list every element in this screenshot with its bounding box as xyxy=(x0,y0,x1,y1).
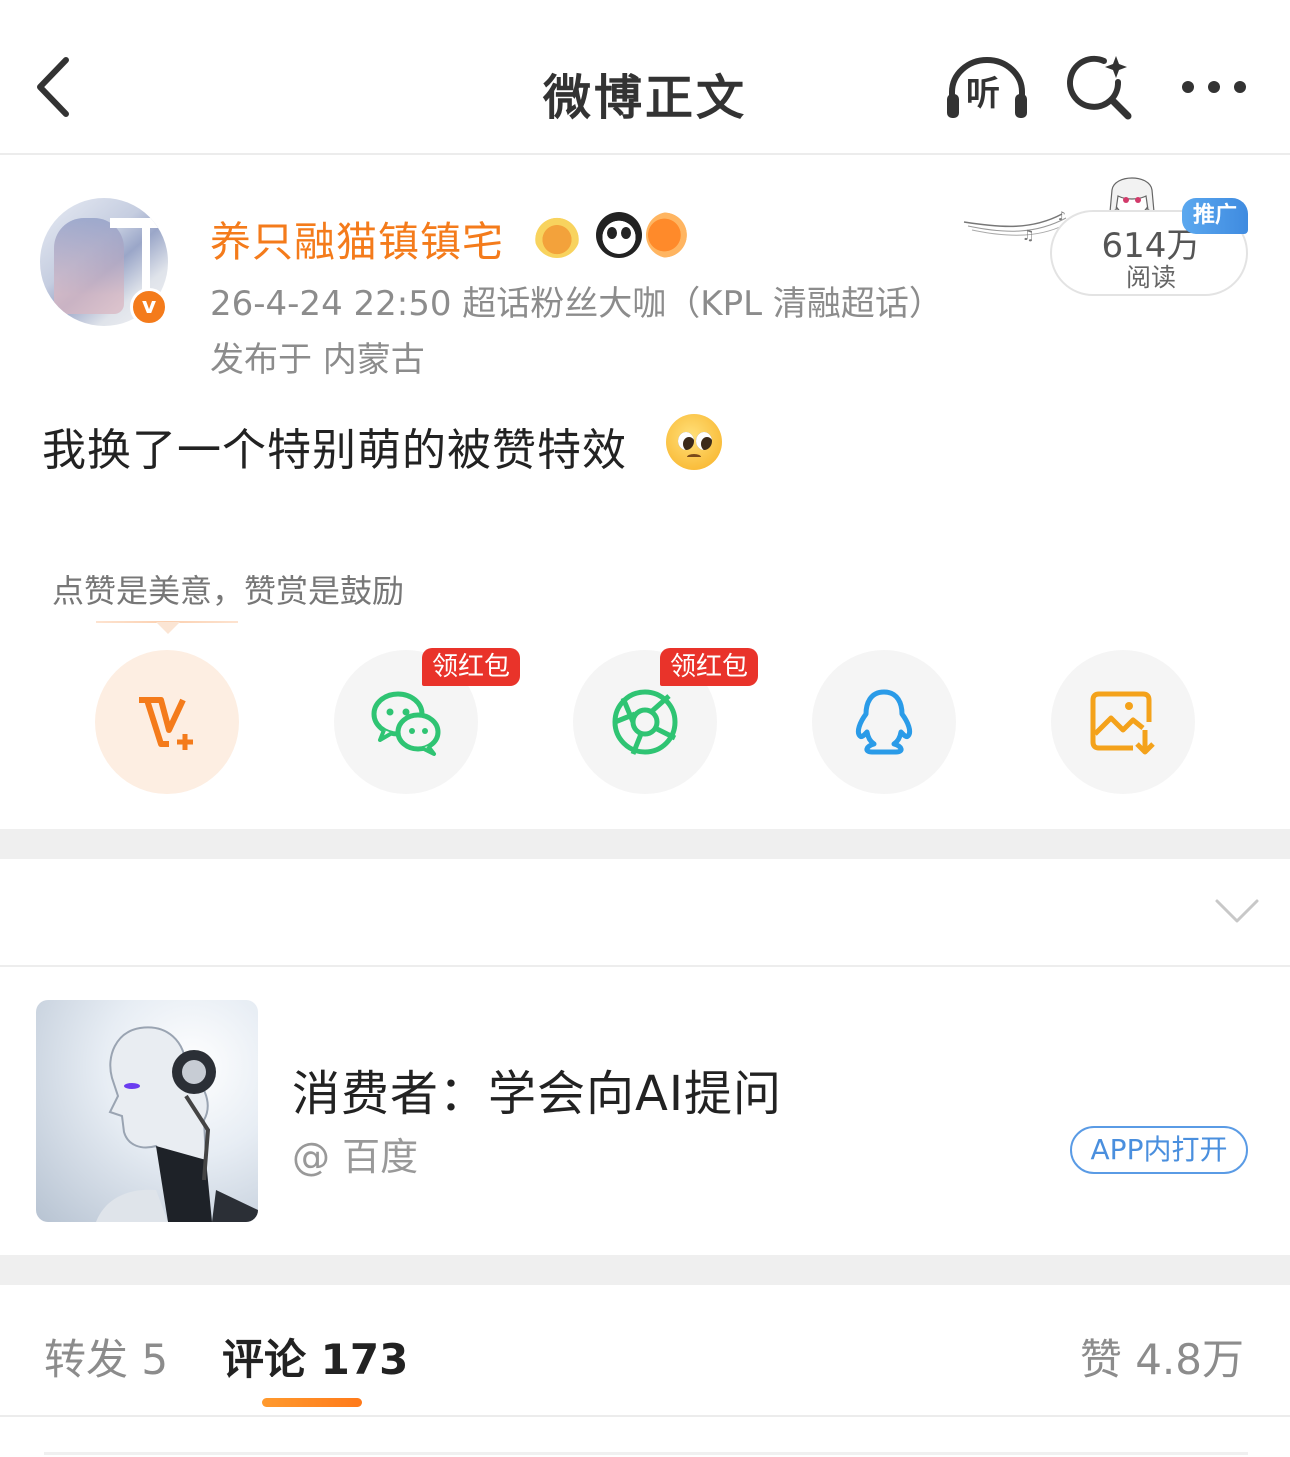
search-button[interactable] xyxy=(1064,52,1138,126)
fish-medal-icon[interactable] xyxy=(646,212,692,258)
chevron-down-icon[interactable] xyxy=(1214,896,1260,926)
save-image-button[interactable] xyxy=(1051,650,1195,794)
read-label: 阅读 xyxy=(1125,263,1176,292)
avatar-photo xyxy=(54,218,124,314)
tab-repost[interactable]: 转发 5 xyxy=(44,1326,168,1387)
ad-source: @ 百度 xyxy=(292,1135,419,1179)
promo-tag: 推广 xyxy=(1182,198,1248,234)
svg-text:♫: ♫ xyxy=(1022,228,1035,244)
red-packet-badge[interactable]: 领红包 xyxy=(660,648,759,686)
list-divider xyxy=(44,1452,1248,1455)
post-text: 我换了一个特别萌的被赞特效 xyxy=(42,425,627,476)
author-name[interactable]: 养只融猫镇镇宅 xyxy=(210,208,504,268)
tab-comment[interactable]: 评论 173 xyxy=(222,1326,408,1387)
v-verified-icon: v xyxy=(130,288,168,326)
pleading-face-emoji xyxy=(666,414,722,470)
crown-medal-icon[interactable] xyxy=(534,212,580,258)
ellipsis-icon xyxy=(1182,81,1246,93)
tab-like[interactable]: 赞 4.8万 xyxy=(1080,1326,1244,1387)
active-tab-indicator xyxy=(262,1398,362,1407)
post-meta[interactable]: 26-4-24 22:50 超话粉丝大咖（KPL 清融超话） xyxy=(210,276,943,325)
listen-label: 听 xyxy=(966,74,1000,114)
ad-thumbnail[interactable] xyxy=(36,1000,258,1222)
open-in-app-button[interactable]: APP内打开 xyxy=(1070,1126,1248,1174)
ad-title[interactable]: 消费者：学会向AI提问 xyxy=(292,1054,782,1124)
wechat-icon xyxy=(371,691,441,756)
qq-icon xyxy=(855,689,913,755)
tab-divider xyxy=(0,1415,1290,1417)
save-image-icon xyxy=(1090,691,1155,755)
v-plus-icon xyxy=(139,697,193,750)
panda-medal-icon[interactable] xyxy=(596,212,642,258)
listen-button[interactable]: 听 xyxy=(944,52,1030,122)
tip-arrow-icon xyxy=(156,622,180,634)
top-nav-bar: 微博正文 听 xyxy=(0,0,1290,155)
section-divider xyxy=(0,1255,1290,1285)
vip-plus-button[interactable] xyxy=(95,650,239,794)
moments-icon xyxy=(612,689,678,755)
post-location: 发布于 内蒙古 xyxy=(210,340,425,380)
red-packet-badge[interactable]: 领红包 xyxy=(422,648,521,686)
qq-share-button[interactable] xyxy=(812,650,956,794)
reward-tip: 点赞是美意，赞赏是鼓励 xyxy=(52,572,405,610)
robot-head-image xyxy=(96,1026,258,1222)
search-spark-icon xyxy=(1067,55,1132,120)
more-button[interactable] xyxy=(1176,62,1256,112)
section-divider xyxy=(0,829,1290,859)
collapse-row xyxy=(0,859,1290,967)
